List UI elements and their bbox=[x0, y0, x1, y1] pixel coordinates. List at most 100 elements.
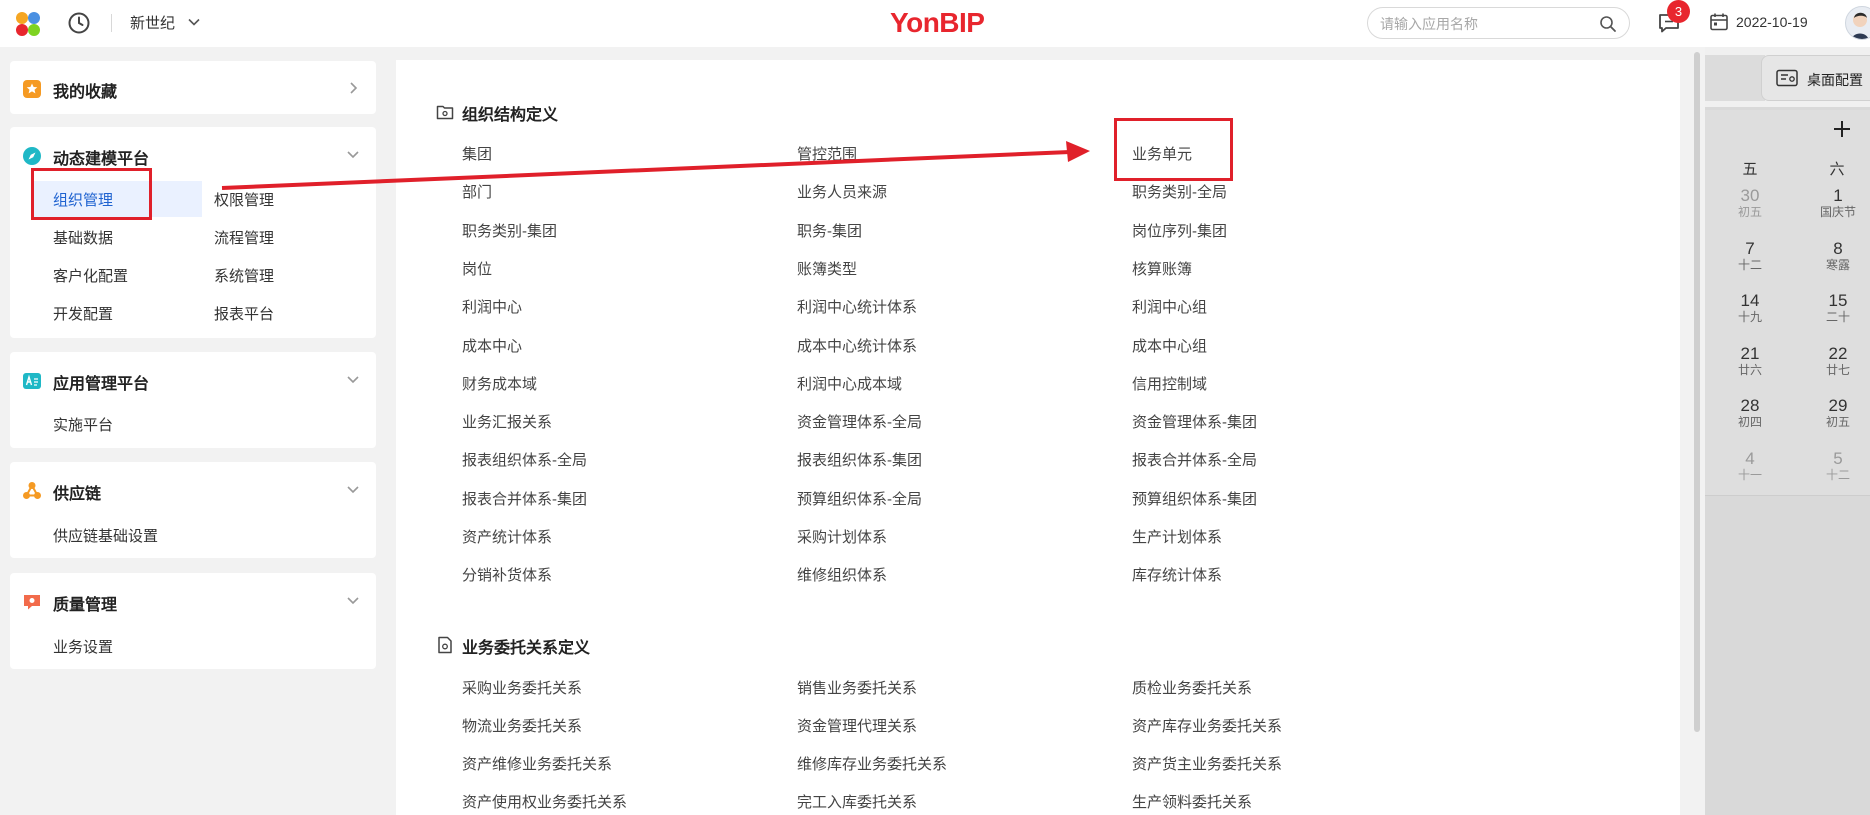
history-icon[interactable] bbox=[67, 11, 91, 35]
menu-item-supply-basic[interactable]: 供应链基础设置 bbox=[53, 525, 158, 546]
calendar-day[interactable]: 4 十一 bbox=[1720, 449, 1780, 482]
function-link[interactable]: 销售业务委托关系 bbox=[797, 677, 917, 698]
function-link[interactable]: 报表组织体系-集团 bbox=[797, 449, 922, 470]
calendar-day[interactable]: 28 初四 bbox=[1720, 397, 1780, 430]
menu-item-permission[interactable]: 权限管理 bbox=[214, 189, 274, 210]
function-link[interactable]: 资金管理代理关系 bbox=[797, 715, 917, 736]
function-link[interactable]: 资金管理体系-集团 bbox=[1132, 411, 1257, 432]
menu-item-implementation[interactable]: 实施平台 bbox=[53, 414, 113, 435]
function-link[interactable]: 资产货主业务委托关系 bbox=[1132, 753, 1282, 774]
function-link[interactable]: 岗位序列-集团 bbox=[1132, 220, 1227, 241]
function-link[interactable]: 维修库存业务委托关系 bbox=[797, 753, 947, 774]
function-link[interactable]: 集团 bbox=[462, 143, 492, 164]
function-link[interactable]: 利润中心统计体系 bbox=[797, 296, 917, 317]
function-link[interactable]: 资产使用权业务委托关系 bbox=[462, 791, 627, 812]
function-link[interactable]: 职务-集团 bbox=[797, 220, 862, 241]
calendar-day[interactable]: 7 十二 bbox=[1720, 239, 1780, 272]
function-link[interactable]: 报表合并体系-集团 bbox=[462, 488, 587, 509]
function-link[interactable]: 资金管理体系-全局 bbox=[797, 411, 922, 432]
function-link[interactable]: 采购计划体系 bbox=[797, 526, 887, 547]
function-link[interactable]: 账簿类型 bbox=[797, 258, 857, 279]
tenant-switcher[interactable]: 新世纪 bbox=[130, 12, 175, 33]
function-link[interactable]: 岗位 bbox=[462, 258, 492, 279]
function-link[interactable]: 业务人员来源 bbox=[797, 181, 887, 202]
folder-icon bbox=[436, 105, 454, 120]
supply-chain-title[interactable]: 供应链 bbox=[53, 480, 101, 504]
function-link[interactable]: 财务成本域 bbox=[462, 373, 537, 394]
function-link[interactable]: 成本中心统计体系 bbox=[797, 335, 917, 356]
calendar-lunar-date: 十二 bbox=[1737, 257, 1762, 272]
function-link[interactable]: 预算组织体系-全局 bbox=[797, 488, 922, 509]
app-management-title[interactable]: 应用管理平台 bbox=[53, 370, 149, 394]
right-tab[interactable] bbox=[1705, 55, 1765, 101]
calendar-day[interactable]: 30 初五 bbox=[1720, 187, 1780, 220]
function-link[interactable]: 生产计划体系 bbox=[1132, 526, 1222, 547]
calendar-day[interactable]: 15 二十 bbox=[1808, 292, 1868, 325]
calendar-day[interactable]: 21 廿六 bbox=[1720, 344, 1780, 377]
function-link[interactable]: 分销补货体系 bbox=[462, 564, 552, 585]
search-icon[interactable] bbox=[1599, 15, 1617, 33]
menu-item-customization[interactable]: 客户化配置 bbox=[53, 265, 128, 286]
scrollbar-thumb[interactable] bbox=[1694, 52, 1700, 732]
calendar-day[interactable]: 1 国庆节 bbox=[1808, 186, 1868, 220]
app-search[interactable] bbox=[1367, 7, 1630, 39]
function-link[interactable]: 核算账簿 bbox=[1132, 258, 1192, 279]
modeling-platform-title[interactable]: 动态建模平台 bbox=[53, 145, 149, 169]
desktop-config-button[interactable]: 桌面配置 bbox=[1761, 55, 1870, 101]
menu-item-basic-data[interactable]: 基础数据 bbox=[53, 227, 113, 248]
menu-item-system[interactable]: 系统管理 bbox=[214, 265, 274, 286]
top-bar: 新世纪 YonBIP 3 2022-10-19 bbox=[0, 0, 1870, 47]
function-link[interactable]: 物流业务委托关系 bbox=[462, 715, 582, 736]
favorites-card[interactable]: 我的收藏 bbox=[10, 61, 376, 114]
chevron-down-icon[interactable] bbox=[187, 15, 201, 29]
function-link[interactable]: 职务类别-集团 bbox=[462, 220, 557, 241]
function-link[interactable]: 管控范围 bbox=[797, 143, 857, 164]
chevron-right-icon[interactable] bbox=[346, 81, 360, 95]
function-link[interactable]: 资产维修业务委托关系 bbox=[462, 753, 612, 774]
function-link[interactable]: 质检业务委托关系 bbox=[1132, 677, 1252, 698]
chevron-down-icon[interactable] bbox=[346, 147, 360, 161]
app-launcher-icon[interactable] bbox=[14, 10, 42, 38]
function-link[interactable]: 库存统计体系 bbox=[1132, 564, 1222, 585]
function-link[interactable]: 资产统计体系 bbox=[462, 526, 552, 547]
function-link[interactable]: 业务汇报关系 bbox=[462, 411, 552, 432]
function-link[interactable]: 维修组织体系 bbox=[797, 564, 887, 585]
user-avatar[interactable] bbox=[1845, 6, 1870, 40]
function-link[interactable]: 职务类别-全局 bbox=[1132, 181, 1227, 202]
function-link[interactable]: 利润中心成本域 bbox=[797, 373, 902, 394]
menu-item-workflow[interactable]: 流程管理 bbox=[214, 227, 274, 248]
function-link[interactable]: 信用控制域 bbox=[1132, 373, 1207, 394]
app-icon bbox=[23, 373, 41, 389]
function-link[interactable]: 利润中心 bbox=[462, 296, 522, 317]
calendar-day[interactable]: 22 廿七 bbox=[1808, 344, 1868, 377]
function-link[interactable]: 部门 bbox=[462, 181, 492, 202]
chevron-down-icon[interactable] bbox=[346, 372, 360, 386]
function-link[interactable]: 报表组织体系-全局 bbox=[462, 449, 587, 470]
menu-item-business-settings[interactable]: 业务设置 bbox=[53, 636, 113, 657]
document-icon bbox=[438, 636, 452, 654]
search-input[interactable] bbox=[1380, 14, 1590, 34]
function-link[interactable]: 成本中心组 bbox=[1132, 335, 1207, 356]
chevron-down-icon[interactable] bbox=[346, 482, 360, 496]
calendar-day[interactable]: 8 寒露 bbox=[1808, 239, 1868, 272]
menu-item-dev-config[interactable]: 开发配置 bbox=[53, 303, 113, 324]
function-link[interactable]: 采购业务委托关系 bbox=[462, 677, 582, 698]
calendar-lunar-date: 十九 bbox=[1737, 310, 1762, 324]
calendar-lunar-date: 初五 bbox=[1825, 415, 1850, 429]
calendar-day[interactable]: 14 十九 bbox=[1720, 292, 1780, 325]
function-link[interactable]: 成本中心 bbox=[462, 335, 522, 356]
function-link[interactable]: 资产库存业务委托关系 bbox=[1132, 715, 1282, 736]
function-link[interactable]: 利润中心组 bbox=[1132, 296, 1207, 317]
function-link[interactable]: 完工入库委托关系 bbox=[797, 791, 917, 812]
menu-item-report[interactable]: 报表平台 bbox=[214, 303, 274, 324]
calendar-lunar-date: 初四 bbox=[1737, 415, 1762, 429]
function-link[interactable]: 预算组织体系-集团 bbox=[1132, 488, 1257, 509]
quality-management-title[interactable]: 质量管理 bbox=[53, 591, 117, 615]
chevron-down-icon[interactable] bbox=[346, 593, 360, 607]
add-icon[interactable] bbox=[1833, 120, 1851, 138]
calendar-day[interactable]: 5 十二 bbox=[1808, 449, 1868, 482]
calendar-day-number: 1 bbox=[1833, 186, 1843, 205]
calendar-day[interactable]: 29 初五 bbox=[1808, 397, 1868, 430]
function-link[interactable]: 生产领料委托关系 bbox=[1132, 791, 1252, 812]
function-link[interactable]: 报表合并体系-全局 bbox=[1132, 449, 1257, 470]
